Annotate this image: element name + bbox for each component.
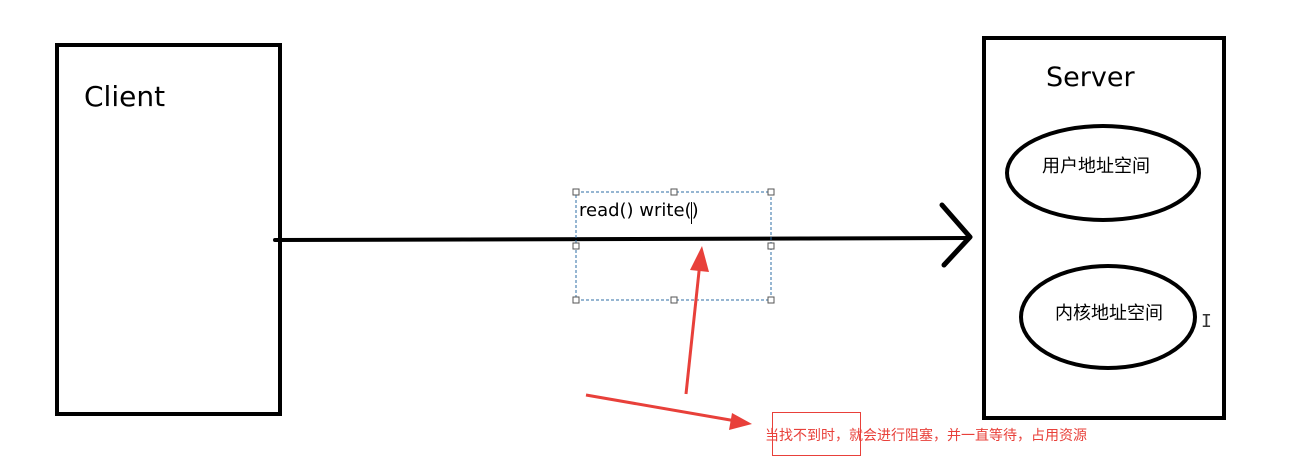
server-box xyxy=(982,36,1226,420)
handle-bottom-left[interactable] xyxy=(572,296,580,304)
handle-top-right[interactable] xyxy=(767,188,775,196)
red-arrow-right-head xyxy=(729,413,752,430)
read-write-label[interactable]: read() write() xyxy=(579,200,699,221)
ibeam-cursor-icon: I xyxy=(1201,311,1212,332)
red-arrow-up-shaft xyxy=(684,261,702,395)
red-arrow-right-shaft xyxy=(585,393,737,423)
handle-bottom-middle[interactable] xyxy=(670,296,678,304)
handle-top-left[interactable] xyxy=(572,188,580,196)
connection-line xyxy=(273,236,970,242)
red-arrow-up-head xyxy=(690,246,709,272)
diagram-canvas: Client Server 用户地址空间 内核地址空间 read() write… xyxy=(0,0,1303,474)
handle-top-middle[interactable] xyxy=(670,188,678,196)
blocking-caption: 当找不到时，就会进行阻塞，并一直等待，占用资源 xyxy=(765,428,1087,444)
client-label: Client xyxy=(84,80,166,113)
user-space-label: 用户地址空间 xyxy=(1042,156,1150,177)
kernel-space-label: 内核地址空间 xyxy=(1055,303,1163,324)
handle-middle-right[interactable] xyxy=(767,242,775,250)
text-cursor-icon xyxy=(691,202,692,224)
handle-bottom-right[interactable] xyxy=(767,296,775,304)
connection-arrowhead xyxy=(939,202,973,268)
handle-middle-left[interactable] xyxy=(572,242,580,250)
server-label: Server xyxy=(1046,62,1135,93)
